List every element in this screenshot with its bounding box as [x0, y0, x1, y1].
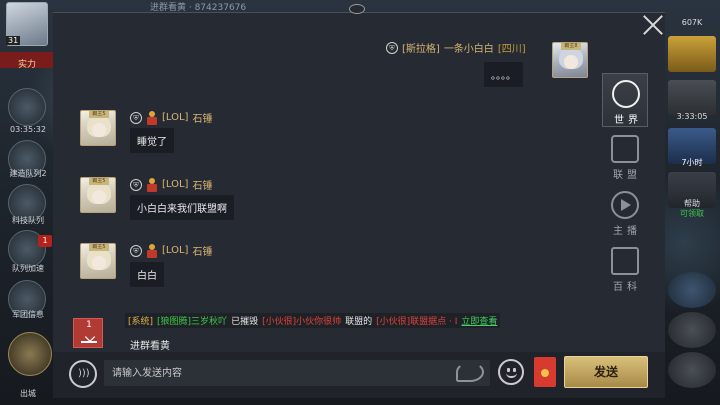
tab-label: 主播: [613, 226, 641, 237]
swirl-icon[interactable]: [456, 362, 484, 382]
arrow-down-icon: [81, 333, 97, 343]
rank-icon: [146, 177, 158, 192]
compass-icon[interactable]: [8, 332, 52, 376]
system-actor[interactable]: [狼图腾]三岁秋吖: [157, 314, 227, 327]
avatar[interactable]: 霸主5: [80, 110, 116, 146]
shield-icon: ⛨: [130, 178, 142, 191]
right-rail: 607K 3:33:05 7小时 帮助 可领取: [664, 0, 720, 405]
event-timer: 3:33:05: [676, 112, 708, 121]
tab-streamer[interactable]: 主播: [602, 185, 648, 239]
lock-icon[interactable]: [668, 312, 716, 348]
shield-icon: ⛨: [130, 111, 142, 124]
tab-world[interactable]: 世界: [602, 73, 648, 127]
rank-tag: 霸主5: [89, 111, 109, 118]
diamond-nav-icon[interactable]: [668, 272, 716, 308]
message-guild: [LOL]: [162, 179, 189, 190]
tab-label: 世界: [614, 115, 642, 126]
view-now-link[interactable]: 立即查看: [461, 314, 497, 327]
event-icon[interactable]: [668, 80, 716, 116]
message-guild: [LOL]: [162, 112, 189, 123]
unread-jump-button[interactable]: 1: [73, 318, 103, 348]
rank-tag: 霸主5: [89, 244, 109, 251]
message-server: [四川]: [497, 44, 526, 55]
alliance-chat-icon: [611, 135, 639, 163]
build-queue-button[interactable]: [8, 88, 46, 126]
message-meta: ⛨ [LOL] 石锤: [130, 243, 212, 258]
red-envelope-button[interactable]: [534, 357, 556, 387]
claim-label: 可领取: [680, 209, 704, 218]
left-rail: 31 实力 03:35:32 建造队列2 科技队列 1 队列加速 军团信息 出城: [0, 0, 56, 405]
event-hours: 7小时: [681, 158, 703, 167]
tab-encyclopedia[interactable]: 百科: [602, 241, 648, 295]
panel-ornament-icon: [349, 4, 365, 14]
voice-button[interactable]: ))): [69, 360, 97, 388]
shield-icon: ⛨: [130, 244, 142, 257]
build-timer: 03:35:32: [10, 125, 46, 134]
legion-label: 军团信息: [12, 310, 44, 319]
avatar[interactable]: 霸主5: [80, 243, 116, 279]
message-text[interactable]: 睡觉了: [130, 128, 174, 153]
encyclopedia-search-icon: [611, 247, 639, 275]
system-target[interactable]: [小伙很]小伙你很帅: [262, 314, 341, 327]
preview-text: 进群看黄: [130, 341, 170, 352]
system-connector: 联盟的: [345, 317, 373, 327]
avatar[interactable]: 霸主8: [552, 42, 588, 78]
rank-tag: 霸主5: [89, 178, 109, 185]
message-guild: [LOL]: [162, 245, 189, 256]
system-stronghold[interactable]: [小伙很]联盟据点 · I: [376, 314, 457, 327]
voice-icon: ))): [78, 368, 90, 379]
message-author[interactable]: 一条小白白: [444, 40, 494, 55]
background-top-text: 进群看黄 · 874237676: [150, 3, 247, 13]
message-text[interactable]: 。。。。: [484, 62, 523, 87]
unread-count: 1: [86, 320, 92, 330]
settings-icon[interactable]: [668, 352, 716, 388]
emoji-button[interactable]: [498, 359, 524, 385]
power-value: 607K: [681, 18, 703, 27]
speedup-label: 队列加速: [12, 264, 44, 273]
send-button[interactable]: 发送: [564, 356, 648, 388]
shield-icon: ⛨: [386, 41, 398, 54]
message-author[interactable]: 石锤: [192, 243, 212, 258]
message-guild: [斯拉格]: [402, 44, 440, 55]
rank-icon: [146, 110, 158, 125]
message-text[interactable]: 小白白来我们联盟啊: [130, 195, 234, 220]
message-input[interactable]: [104, 360, 490, 386]
tab-alliance[interactable]: 联盟: [602, 129, 648, 183]
build-queue-label: 建造队列2: [9, 169, 47, 178]
avatar[interactable]: 霸主5: [80, 177, 116, 213]
speedup-badge: 1: [38, 235, 52, 247]
tab-label: 联盟: [613, 170, 641, 181]
system-message: [系统] [狼图腾]三岁秋吖 已摧毁 [小伙很]小伙你很帅 联盟的 [小伙很]联…: [125, 313, 501, 328]
message-meta: ⛨ [LOL] 石锤: [130, 110, 212, 125]
close-button[interactable]: [640, 12, 666, 38]
tab-label: 百科: [613, 282, 641, 293]
message-author[interactable]: 石锤: [192, 110, 212, 125]
tech-queue-label: 科技队列: [12, 216, 44, 225]
system-label: [系统]: [128, 317, 154, 327]
message-author[interactable]: 石锤: [192, 177, 212, 192]
globe-chat-icon: [612, 80, 640, 108]
leave-city-label: 出城: [20, 389, 36, 398]
message-meta: ⛨ [LOL] 石锤: [130, 177, 212, 192]
power-banner[interactable]: 实力: [0, 52, 56, 70]
castle-icon[interactable]: [668, 36, 716, 72]
rank-icon: [146, 243, 158, 258]
rank-tag: 霸主8: [561, 43, 581, 50]
message-text[interactable]: 白白: [130, 262, 164, 287]
player-level: 31: [6, 36, 21, 45]
system-verb: 已摧毁: [231, 317, 259, 327]
